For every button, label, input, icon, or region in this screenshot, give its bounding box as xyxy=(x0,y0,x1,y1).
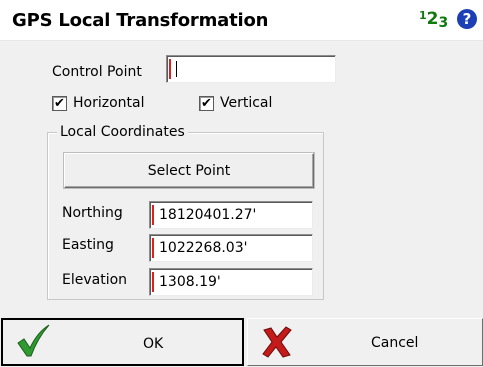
ok-label: OK xyxy=(143,336,164,352)
northing-field[interactable]: 18120401.27' xyxy=(149,201,313,229)
footer-bar: OK Cancel xyxy=(0,318,483,367)
text-cursor xyxy=(176,61,177,77)
help-icon[interactable]: ? xyxy=(457,9,477,29)
numeric-mode-icon[interactable]: 123 xyxy=(419,9,448,31)
select-point-button[interactable]: Select Point xyxy=(64,153,314,188)
vertical-checkbox[interactable]: ✔ xyxy=(199,96,214,111)
page-title: GPS Local Transformation xyxy=(12,10,269,31)
cancel-label: Cancel xyxy=(371,335,419,351)
horizontal-label: Horizontal xyxy=(73,95,145,111)
local-coordinates-title: Local Coordinates xyxy=(57,124,188,140)
control-point-label: Control Point xyxy=(52,64,142,80)
cancel-button[interactable]: Cancel xyxy=(247,318,483,366)
vertical-label: Vertical xyxy=(220,95,273,111)
x-icon xyxy=(262,326,292,358)
ok-button[interactable]: OK xyxy=(1,318,244,366)
easting-field[interactable]: 1022268.03' xyxy=(149,234,313,262)
title-bar: GPS Local Transformation 123 ? xyxy=(0,0,483,41)
elevation-label: Elevation xyxy=(62,272,128,288)
form-area: Control Point ✔ Horizontal ✔ Vertical Lo… xyxy=(0,41,483,318)
northing-label: Northing xyxy=(62,205,123,221)
check-icon xyxy=(17,324,50,357)
elevation-field[interactable]: 1308.19' xyxy=(149,268,313,296)
easting-label: Easting xyxy=(62,237,114,253)
horizontal-checkbox[interactable]: ✔ xyxy=(52,96,67,111)
control-point-input[interactable] xyxy=(166,55,336,83)
